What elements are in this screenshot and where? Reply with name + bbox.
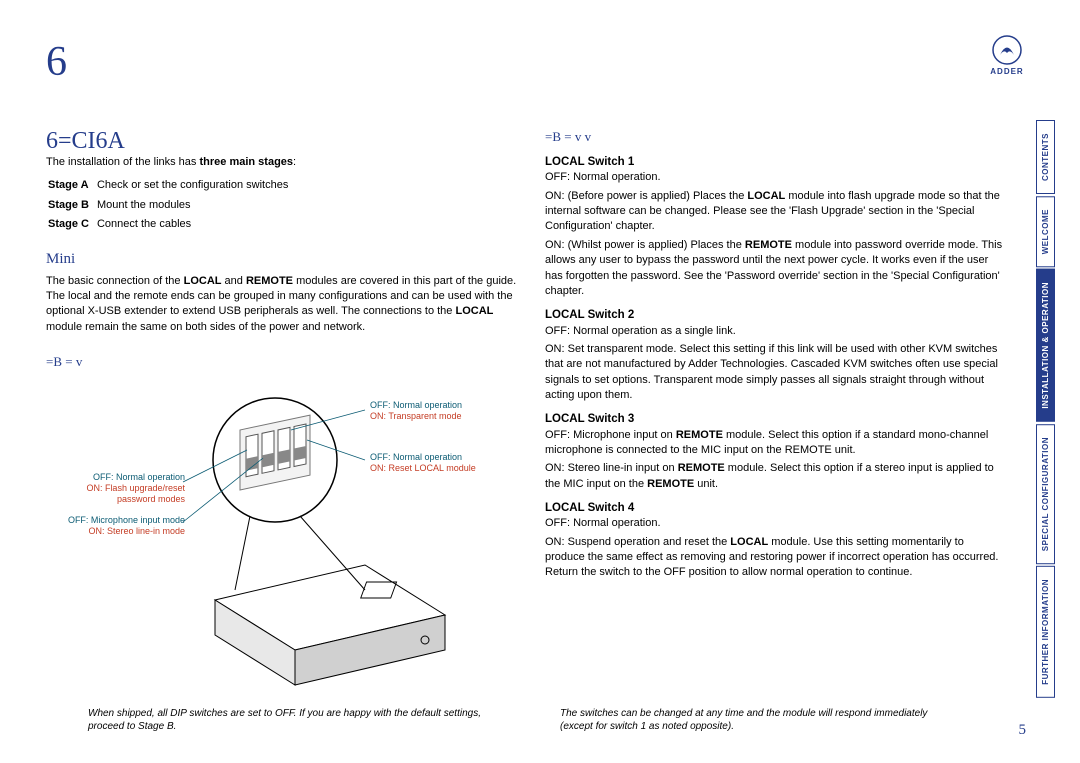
side-navigation: CONTENTS WELCOME INSTALLATION & OPERATIO… bbox=[1036, 120, 1070, 700]
switch3-off: OFF: Microphone input on REMOTE module. … bbox=[545, 428, 1005, 459]
callout-sw1: OFF: Normal operation ON: Flash upgrade/… bbox=[65, 472, 185, 504]
callout-sw2: OFF: Microphone input mode ON: Stereo li… bbox=[65, 515, 185, 537]
callout-sw3: OFF: Normal operation ON: Transparent mo… bbox=[370, 400, 500, 422]
tab-installation[interactable]: INSTALLATION & OPERATION bbox=[1036, 269, 1055, 422]
stage-c-label: Stage C bbox=[48, 217, 95, 234]
right-heading: =B = v v bbox=[545, 128, 1005, 146]
page-number-top: 6 bbox=[46, 38, 67, 86]
switch2-off: OFF: Normal operation as a single link. bbox=[545, 324, 1005, 339]
callout-sw4: OFF: Normal operation ON: Reset LOCAL mo… bbox=[370, 452, 500, 474]
footer-note-right: The switches can be changed at any time … bbox=[560, 707, 940, 733]
switch2-title: LOCAL Switch 2 bbox=[545, 307, 1005, 323]
page-number-bottom: 5 bbox=[1019, 722, 1027, 739]
tab-welcome[interactable]: WELCOME bbox=[1036, 196, 1055, 267]
stage-b-desc: Mount the modules bbox=[97, 198, 294, 215]
body-left-para: The basic connection of the LOCAL and RE… bbox=[46, 274, 526, 336]
switch1-on2: ON: (Whilst power is applied) Places the… bbox=[545, 238, 1005, 300]
switch3-title: LOCAL Switch 3 bbox=[545, 411, 1005, 427]
stage-a-heading: =B = v bbox=[46, 353, 526, 371]
left-column: The installation of the links has three … bbox=[46, 155, 526, 377]
mini-subhead: Mini bbox=[46, 249, 526, 270]
module-illustration bbox=[75, 390, 495, 690]
right-column: =B = v v LOCAL Switch 1 OFF: Normal oper… bbox=[545, 128, 1005, 584]
snake-icon bbox=[992, 35, 1022, 65]
switch2-on: ON: Set transparent mode. Select this se… bbox=[545, 342, 1005, 404]
footer-note-left: When shipped, all DIP switches are set t… bbox=[88, 707, 508, 733]
stage-c-desc: Connect the cables bbox=[97, 217, 294, 234]
tab-special-config[interactable]: SPECIAL CONFIGURATION bbox=[1036, 424, 1055, 564]
switch1-on1: ON: (Before power is applied) Places the… bbox=[545, 189, 1005, 235]
tab-contents[interactable]: CONTENTS bbox=[1036, 120, 1055, 194]
stage-b-label: Stage B bbox=[48, 198, 95, 215]
switch4-off: OFF: Normal operation. bbox=[545, 516, 1005, 531]
switch1-title: LOCAL Switch 1 bbox=[545, 154, 1005, 170]
main-title: 6=CI6A bbox=[46, 128, 125, 155]
adder-logo: ADDER bbox=[987, 35, 1027, 85]
stage-a-label: Stage A bbox=[48, 178, 95, 195]
switch3-on: ON: Stereo line-in input on REMOTE modul… bbox=[545, 461, 1005, 492]
stage-table: Stage ACheck or set the configuration sw… bbox=[46, 176, 296, 236]
logo-text: ADDER bbox=[987, 67, 1027, 76]
stage-a-desc: Check or set the configuration switches bbox=[97, 178, 294, 195]
tab-further-info[interactable]: FURTHER INFORMATION bbox=[1036, 566, 1055, 698]
switch4-on: ON: Suspend operation and reset the LOCA… bbox=[545, 535, 1005, 581]
switch1-off: OFF: Normal operation. bbox=[545, 170, 1005, 185]
switch4-title: LOCAL Switch 4 bbox=[545, 500, 1005, 516]
intro-line: The installation of the links has three … bbox=[46, 155, 526, 170]
dip-switch-diagram: OFF: Normal operation ON: Flash upgrade/… bbox=[75, 390, 495, 640]
